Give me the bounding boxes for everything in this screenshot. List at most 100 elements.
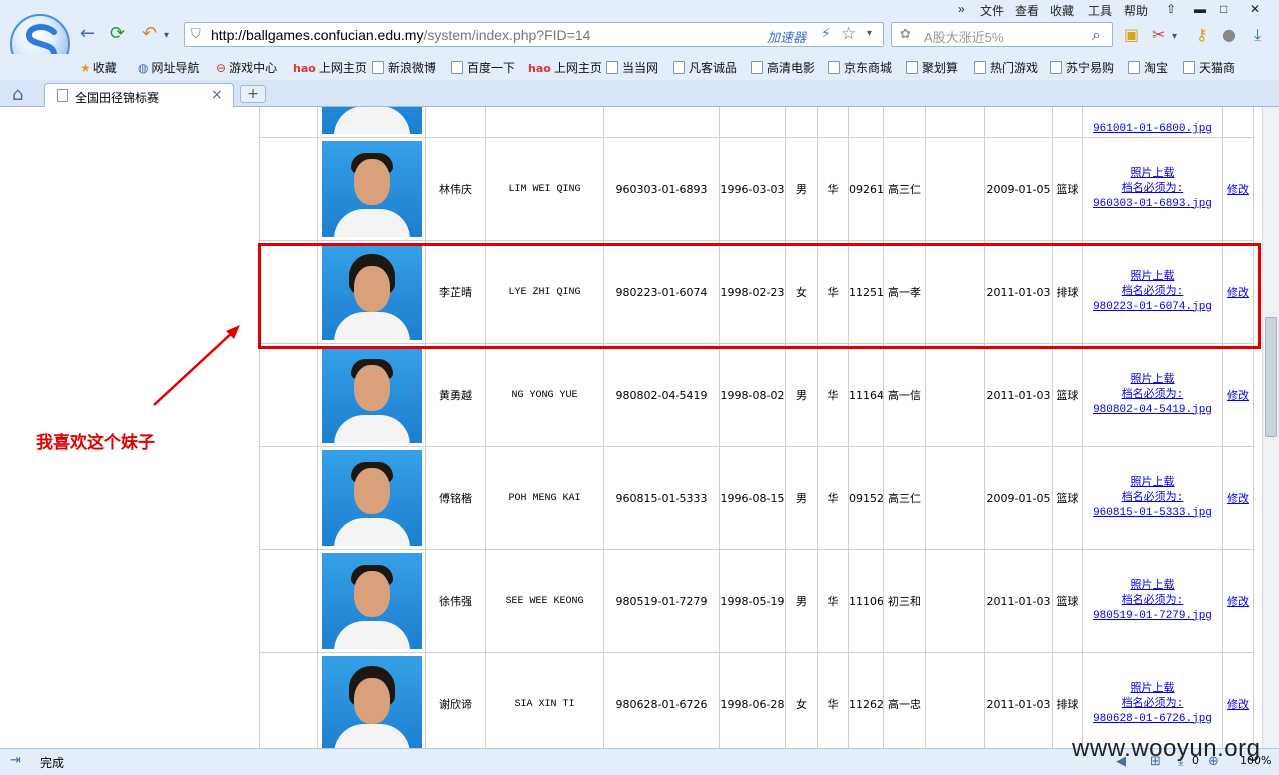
bookmark-game-center[interactable]: ⊖ 游戏中心: [216, 59, 277, 76]
key-icon[interactable]: ⚷: [1196, 25, 1208, 45]
sidebar-toggle-icon[interactable]: ⇥: [10, 753, 21, 768]
undo-dropdown-icon[interactable]: ▾: [164, 26, 169, 46]
annotation-arrow: [153, 325, 240, 406]
refresh-icon[interactable]: ⟳: [110, 24, 125, 44]
student-photo: [321, 450, 422, 546]
chinese-name: 傅铭楷: [425, 446, 486, 550]
accelerator-label[interactable]: 加速器: [767, 27, 806, 46]
bookmark-site-nav[interactable]: ◍ 网址导航: [138, 59, 200, 76]
bookmark-juhuasuan[interactable]: 聚划算: [906, 59, 958, 76]
undo-close-icon[interactable]: ↶: [142, 24, 157, 44]
search-box[interactable]: ✿ A股大涨近5% ⌕: [891, 22, 1113, 47]
more-chevron-icon[interactable]: »: [958, 2, 965, 16]
close-button[interactable]: ✕: [1250, 2, 1260, 16]
close-tab-icon[interactable]: ×: [211, 87, 223, 103]
maximize-button[interactable]: □: [1220, 2, 1227, 16]
lightning-icon[interactable]: ⚡: [821, 26, 831, 42]
bookmark-favorites[interactable]: ★ 收藏: [80, 59, 117, 76]
table-row: 谢欣谛 SIA XIN TI 980628-01-6726 1998-06-28 女华 1…: [259, 652, 1254, 748]
filename-link[interactable]: 960303-01-6893.jpg: [1084, 197, 1222, 212]
photo-upload-link[interactable]: 照片上载: [1084, 476, 1222, 491]
blank-cell-2: [925, 137, 985, 241]
filename-required-link[interactable]: 档名必须为:: [1084, 491, 1222, 506]
filename-required-link[interactable]: 档名必须为:: [1084, 182, 1222, 197]
shield-icon: ⛉: [191, 27, 201, 42]
bookmark-weibo[interactable]: 新浪微博: [372, 59, 436, 76]
bookmark-hd-movie[interactable]: 高清电影: [751, 59, 815, 76]
address-bar[interactable]: ⛉ http://ballgames.confucian.edu.my/syst…: [184, 22, 884, 47]
gender: 男: [785, 343, 818, 447]
new-tab-button[interactable]: +: [240, 85, 266, 103]
search-icon[interactable]: ⌕: [1092, 25, 1101, 45]
bookmark-hao-home-2[interactable]: hao 上网主页: [528, 59, 602, 76]
tab-active[interactable]: 全国田径锦标赛 ×: [44, 83, 234, 107]
bookmark-vancl[interactable]: 凡客诚品: [673, 59, 737, 76]
search-input[interactable]: A股大涨近5%: [924, 27, 1003, 46]
bookmark-hot-games[interactable]: 热门游戏: [974, 59, 1038, 76]
filename-required-link[interactable]: 档名必须为:: [1084, 697, 1222, 712]
photo-cell: [317, 446, 426, 550]
chinese-name: 黄勇越: [425, 343, 486, 447]
table-row: 林伟庆 LIM WEI QING 960303-01-6893 1996-03-03 男…: [259, 137, 1254, 241]
menu-file[interactable]: 文件: [980, 2, 1004, 19]
bookmark-tmall[interactable]: 天猫商: [1183, 59, 1235, 76]
student-photo: [321, 347, 422, 443]
menu-tools[interactable]: 工具: [1088, 2, 1112, 19]
filename-link[interactable]: 960815-01-5333.jpg: [1084, 506, 1222, 521]
bookmark-suning[interactable]: 苏宁易购: [1050, 59, 1114, 76]
edit-link[interactable]: 修改: [1224, 696, 1253, 712]
star-icon[interactable]: ☆: [841, 24, 856, 44]
skin-icon[interactable]: ⇧: [1166, 2, 1176, 16]
bookmark-jd[interactable]: 京东商城: [828, 59, 892, 76]
scrollbar-thumb[interactable]: [1265, 317, 1277, 437]
highlight-box: [258, 243, 1261, 349]
sport: 排球: [1052, 652, 1083, 748]
filename-required-link[interactable]: 档名必须为:: [1084, 594, 1222, 609]
gender: 男: [785, 549, 818, 653]
filename-required-link[interactable]: 档名必须为:: [1084, 388, 1222, 403]
download-icon[interactable]: ⤓: [1254, 25, 1261, 45]
photo-cell: [317, 107, 426, 138]
bookmark-dangdang[interactable]: 当当网: [606, 59, 658, 76]
extension-icon[interactable]: ▣: [1124, 25, 1139, 45]
date-of-birth: [719, 107, 786, 138]
edit-link[interactable]: 修改: [1224, 490, 1253, 506]
filename-link[interactable]: 980802-04-5419.jpg: [1084, 403, 1222, 418]
photo-upload-link[interactable]: 照片上载: [1084, 579, 1222, 594]
scissors-icon[interactable]: ✂: [1152, 25, 1165, 45]
edit-link[interactable]: 修改: [1224, 593, 1253, 609]
photo-upload-link[interactable]: 照片上载: [1084, 682, 1222, 697]
bookmark-taobao[interactable]: 淘宝: [1128, 59, 1168, 76]
chinese-name: 林伟庆: [425, 137, 486, 241]
ic-number: 980628-01-6726: [603, 652, 720, 748]
address-dropdown-icon[interactable]: ▾: [867, 28, 872, 39]
student-id: [848, 107, 884, 138]
vertical-scrollbar[interactable]: [1262, 107, 1279, 748]
filename-link[interactable]: 980519-01-7279.jpg: [1084, 609, 1222, 624]
gender: 男: [785, 137, 818, 241]
gender: [785, 107, 818, 138]
minimize-button[interactable]: ▬: [1194, 2, 1206, 16]
home-icon[interactable]: ⌂: [12, 84, 23, 105]
photo-upload-link[interactable]: 照片上载: [1084, 373, 1222, 388]
bookmark-baidu[interactable]: 百度一下: [451, 59, 515, 76]
menu-view[interactable]: 查看: [1015, 2, 1039, 19]
watermark: www.wooyun.org: [1072, 735, 1261, 762]
menu-favorites[interactable]: 收藏: [1050, 2, 1074, 19]
chinese-name: 徐伟强: [425, 549, 486, 653]
photo-upload-link[interactable]: 照片上载: [1084, 167, 1222, 182]
edit-link[interactable]: 修改: [1224, 181, 1253, 197]
more-icon[interactable]: ●: [1222, 25, 1236, 45]
bookmark-hao-home[interactable]: hao 上网主页: [293, 59, 367, 76]
chinese-name: [425, 107, 486, 138]
upload-cell: 照片上载 档名必须为: 960815-01-5333.jpg: [1082, 446, 1223, 550]
filename-link[interactable]: 961001-01-6800.jpg: [1084, 122, 1222, 137]
menu-help[interactable]: 帮助: [1124, 2, 1148, 19]
student-photo: [321, 107, 422, 134]
filename-link[interactable]: 980628-01-6726.jpg: [1084, 712, 1222, 727]
back-arrow-icon[interactable]: ←: [80, 24, 95, 44]
url-text[interactable]: http://ballgames.confucian.edu.my/system…: [211, 27, 590, 43]
scissors-dropdown-icon[interactable]: ▾: [1172, 27, 1177, 47]
edit-link[interactable]: 修改: [1224, 387, 1253, 403]
ic-number: 960303-01-6893: [603, 137, 720, 241]
